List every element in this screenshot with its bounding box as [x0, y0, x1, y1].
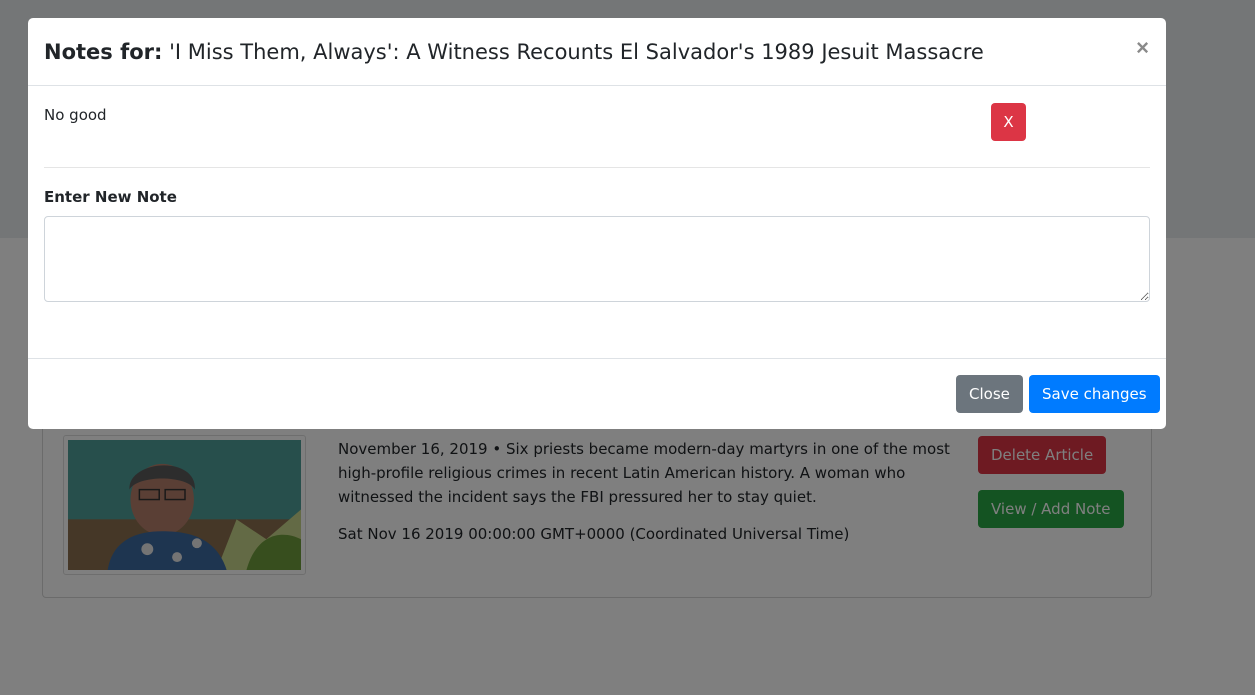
note-divider	[44, 167, 1150, 168]
modal-title-article: 'I Miss Them, Always': A Witness Recount…	[169, 40, 984, 64]
notes-modal: Notes for: 'I Miss Them, Always': A Witn…	[28, 18, 1166, 429]
close-icon[interactable]: ×	[1136, 37, 1149, 59]
close-button[interactable]: Close	[956, 375, 1023, 413]
note-text: No good	[44, 106, 107, 124]
new-note-textarea[interactable]	[44, 216, 1150, 302]
save-changes-button[interactable]: Save changes	[1029, 375, 1160, 413]
delete-note-button[interactable]: X	[991, 103, 1026, 141]
modal-footer: Close Save changes	[28, 358, 1166, 429]
modal-title: Notes for: 'I Miss Them, Always': A Witn…	[44, 40, 984, 64]
modal-header: Notes for: 'I Miss Them, Always': A Witn…	[28, 18, 1166, 86]
modal-title-prefix: Notes for:	[44, 40, 163, 64]
new-note-label: Enter New Note	[44, 188, 177, 206]
